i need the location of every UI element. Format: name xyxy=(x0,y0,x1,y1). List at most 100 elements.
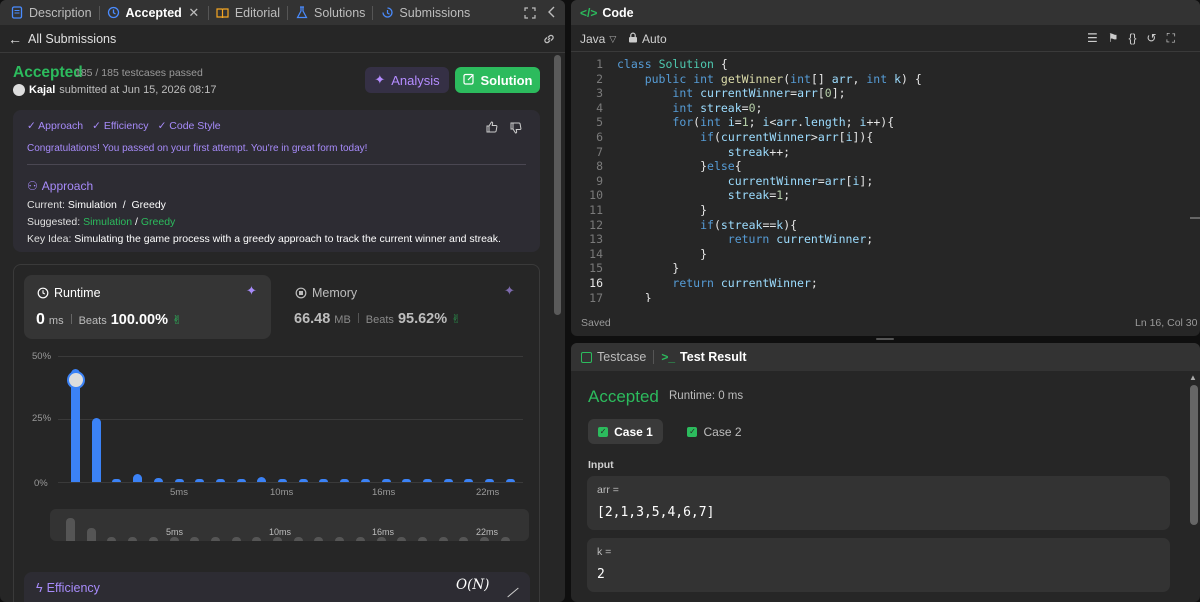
chart-bar[interactable] xyxy=(215,479,225,482)
check-icon: ✓ xyxy=(598,426,609,437)
chart-bar[interactable] xyxy=(340,479,350,482)
chart-bar[interactable] xyxy=(422,479,432,482)
efficiency-card[interactable]: ϟ Efficiency O(N) xyxy=(24,572,530,602)
editor-scrollbar[interactable] xyxy=(1190,217,1200,219)
sparkle-icon[interactable]: ✦ xyxy=(504,283,515,299)
code-line[interactable]: 15 } xyxy=(571,261,1200,276)
code-line[interactable]: 4 int streak=0; xyxy=(571,101,1200,116)
code-line[interactable]: 2 public int getWinner(int[] arr, int k)… xyxy=(571,72,1200,87)
code-line[interactable]: 1 class Solution { xyxy=(571,57,1200,72)
close-icon[interactable]: ✕ xyxy=(187,5,201,20)
format-icon[interactable]: ☰ xyxy=(1087,31,1098,46)
chart-bar[interactable] xyxy=(278,479,287,482)
chart-bar[interactable] xyxy=(443,479,453,482)
code-line[interactable]: 16 return currentWinner; xyxy=(571,276,1200,291)
case-1-button[interactable]: ✓ Case 1 xyxy=(588,419,663,444)
code-line[interactable]: 10 streak=1; xyxy=(571,188,1200,203)
auto-mode[interactable]: Auto xyxy=(628,32,667,46)
memory-label: Memory xyxy=(312,286,358,300)
case-2-button[interactable]: ✓ Case 2 xyxy=(677,419,752,444)
scrollbar[interactable] xyxy=(554,55,561,315)
code-line[interactable]: 8 }else{ xyxy=(571,159,1200,174)
key-idea-value: Simulating the game process with a greed… xyxy=(74,233,501,245)
chart-bar[interactable] xyxy=(174,479,184,482)
language-select[interactable]: Java ▽ xyxy=(580,32,616,46)
analysis-button[interactable]: ✦ Analysis xyxy=(365,67,449,93)
avatar[interactable] xyxy=(13,84,25,96)
submission-status: Accepted xyxy=(13,64,83,81)
code-text: } xyxy=(617,261,680,276)
k-input-box[interactable]: k = 2 xyxy=(587,538,1170,592)
k-value: 2 xyxy=(597,567,605,582)
input-label: Input xyxy=(588,459,614,471)
chart-bar[interactable] xyxy=(464,479,474,482)
chart-bar[interactable] xyxy=(319,479,329,482)
chart-bar[interactable] xyxy=(153,478,163,482)
test-result-panel: Testcase >_ Test Result Accepted Runtime… xyxy=(571,343,1200,602)
code-line[interactable]: 7 streak++; xyxy=(571,145,1200,160)
chart-bar[interactable] xyxy=(236,479,246,482)
chart-bar[interactable] xyxy=(298,479,308,482)
fullscreen-icon[interactable]: ⛶ xyxy=(1167,31,1175,46)
chart-bar[interactable] xyxy=(505,479,515,482)
scrollbar[interactable] xyxy=(1190,385,1198,525)
chart-bar[interactable] xyxy=(133,474,143,482)
chevron-down-icon: ▽ xyxy=(609,33,617,44)
code-line[interactable]: 5 for(int i=1; i<arr.length; i++){ xyxy=(571,115,1200,130)
chart-bar[interactable] xyxy=(91,417,101,482)
panel-resize-handle[interactable] xyxy=(876,338,894,340)
chart-bar[interactable] xyxy=(402,479,412,482)
chart-minimap[interactable]: 5ms 10ms 16ms 22ms xyxy=(50,509,529,541)
code-line[interactable]: 9 currentWinner=arr[i]; xyxy=(571,174,1200,189)
arr-input-box[interactable]: arr = [2,1,3,5,4,6,7] xyxy=(587,476,1170,530)
chart-bar[interactable] xyxy=(381,479,391,482)
code-line[interactable]: 6 if(currentWinner>arr[i]){ xyxy=(571,130,1200,145)
sparkle-icon[interactable]: ✦ xyxy=(246,283,257,299)
collapse-icon[interactable] xyxy=(545,5,559,19)
reset-icon[interactable]: ↺ xyxy=(1147,31,1157,46)
k-label: k = xyxy=(597,546,612,558)
tab-description[interactable]: Description xyxy=(4,0,98,25)
tab-test-result[interactable]: >_ Test Result xyxy=(655,345,752,370)
tab-submissions[interactable]: Submissions xyxy=(374,0,476,25)
braces-icon[interactable]: {} xyxy=(1129,31,1137,46)
back-row[interactable]: ← All Submissions xyxy=(8,31,116,47)
code-line[interactable]: 12 if(streak==k){ xyxy=(571,218,1200,233)
bars-area[interactable] xyxy=(71,356,521,482)
tab-editorial[interactable]: Editorial xyxy=(210,0,286,25)
scroll-up-arrow[interactable]: ▲ xyxy=(1189,373,1197,382)
runtime-card[interactable]: Runtime ✦ 0 ms Beats 100.00% ✌ xyxy=(24,275,271,339)
tab-code[interactable]: </> Code xyxy=(571,0,640,25)
current-label: Current: xyxy=(27,199,65,211)
thumbs-down-icon[interactable] xyxy=(509,121,523,135)
chart-bar[interactable] xyxy=(112,479,122,482)
bookmark-icon[interactable]: ⚑ xyxy=(1108,31,1119,46)
code-line[interactable]: 3 int currentWinner=arr[0]; xyxy=(571,86,1200,101)
thumbs-up-icon[interactable] xyxy=(485,120,499,134)
code-editor[interactable]: 1 class Solution {2 public int getWinner(… xyxy=(571,57,1200,302)
current-user-marker[interactable] xyxy=(66,370,85,389)
chart-bar[interactable] xyxy=(485,479,494,482)
code-line[interactable]: 14 } xyxy=(571,247,1200,262)
chip-icon xyxy=(294,286,308,300)
chart-bar[interactable] xyxy=(257,476,267,482)
code-line[interactable]: 17 } xyxy=(571,291,1200,302)
submission-panel: Description Accepted ✕ Editorial Solutio… xyxy=(0,0,565,602)
solution-button[interactable]: Solution xyxy=(455,67,540,93)
username[interactable]: Kajal xyxy=(29,84,55,96)
minimap-tick-label: 5ms xyxy=(166,527,184,537)
tab-accepted[interactable]: Accepted ✕ xyxy=(101,0,207,25)
tab-testcase[interactable]: Testcase xyxy=(575,345,652,370)
link-icon[interactable] xyxy=(542,32,556,46)
runtime-beats-label: Beats xyxy=(78,315,107,327)
tag-code-style: ✓ Code Style xyxy=(157,120,221,132)
memory-card[interactable]: Memory ✦ 66.48 MB Beats 95.62% ✌ xyxy=(282,275,529,339)
analysis-label: Analysis xyxy=(391,72,440,88)
maximize-icon[interactable] xyxy=(523,6,537,20)
efficiency-header: ϟ Efficiency xyxy=(36,581,100,595)
code-line[interactable]: 13 return currentWinner; xyxy=(571,232,1200,247)
chart-bar[interactable] xyxy=(360,479,370,482)
tab-solutions[interactable]: Solutions xyxy=(289,0,371,25)
code-line[interactable]: 11 } xyxy=(571,203,1200,218)
chart-bar[interactable] xyxy=(195,479,205,482)
